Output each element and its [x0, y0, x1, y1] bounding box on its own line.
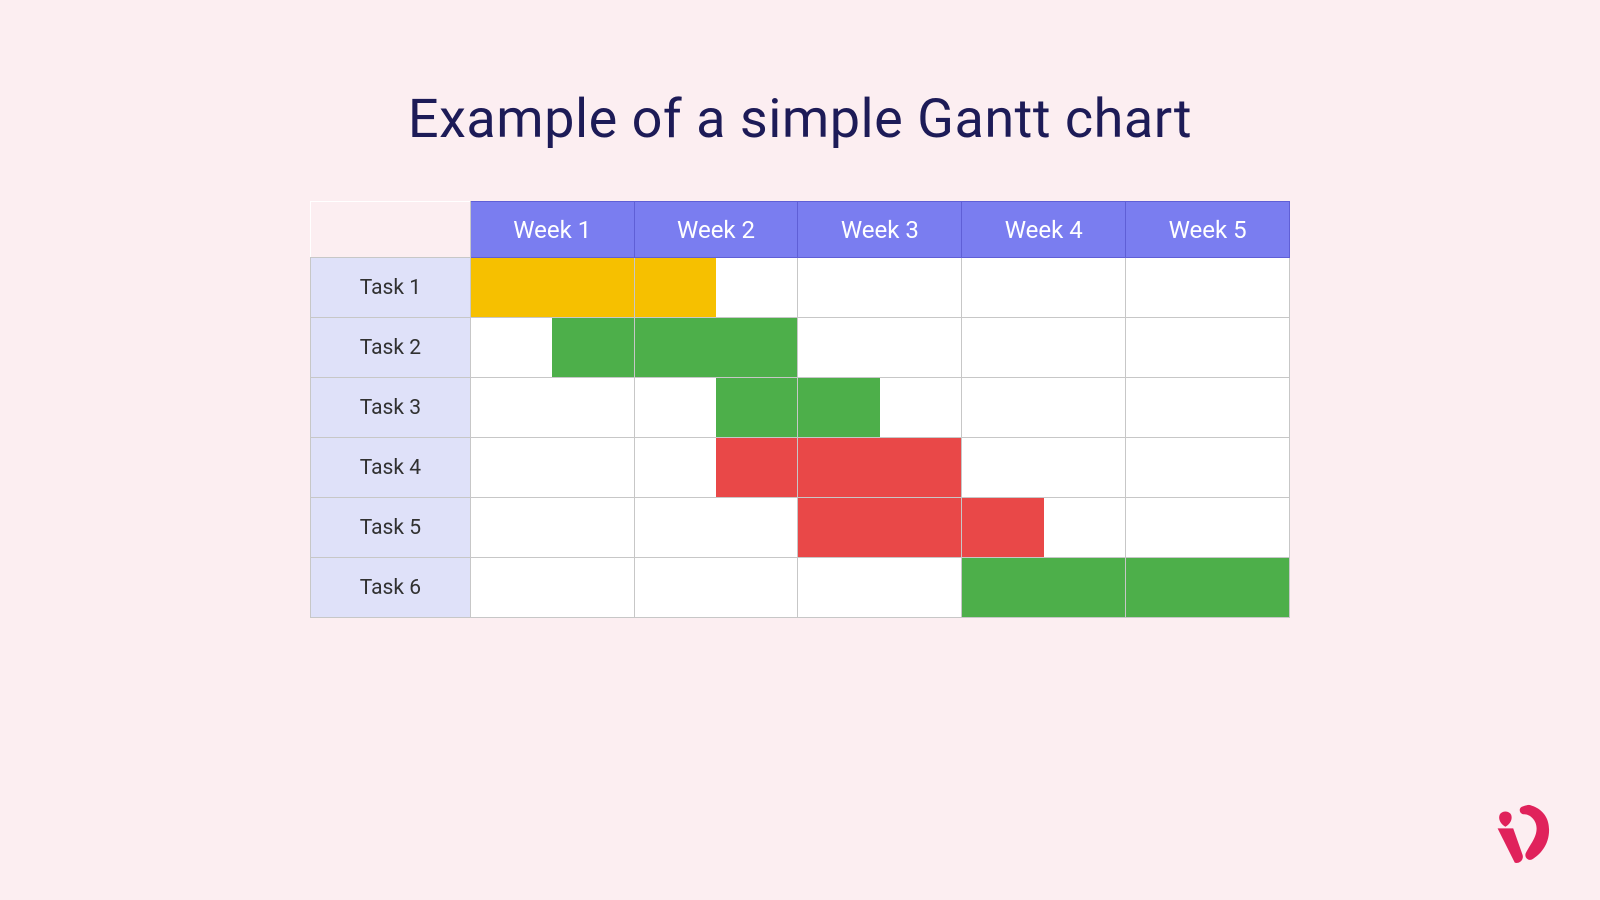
gantt-cell: [1126, 558, 1290, 618]
gantt-bar: [716, 438, 797, 497]
gantt-cell: [962, 378, 1126, 438]
task-label: Task 6: [311, 558, 471, 618]
gantt-cell: [470, 438, 634, 498]
gantt-cell: [798, 558, 962, 618]
gantt-cell: [1126, 498, 1290, 558]
gantt-bar: [716, 378, 797, 437]
table-row: Task 3: [311, 378, 1290, 438]
gantt-table: Week 1Week 2Week 3Week 4Week 5 Task 1Tas…: [310, 201, 1290, 618]
gantt-chart: Week 1Week 2Week 3Week 4Week 5 Task 1Tas…: [310, 201, 1290, 618]
week-header: Week 1: [470, 202, 634, 258]
gantt-bar: [635, 258, 716, 317]
gantt-bar: [798, 438, 961, 497]
gantt-cell: [798, 258, 962, 318]
gantt-corner-cell: [311, 202, 471, 258]
task-label: Task 4: [311, 438, 471, 498]
gantt-cell: [962, 498, 1126, 558]
task-label: Task 3: [311, 378, 471, 438]
task-label: Task 1: [311, 258, 471, 318]
gantt-bar: [471, 258, 634, 317]
gantt-cell: [798, 378, 962, 438]
gantt-cell: [634, 318, 798, 378]
gantt-bar: [962, 498, 1043, 557]
gantt-cell: [634, 558, 798, 618]
gantt-bar: [552, 318, 633, 377]
gantt-cell: [962, 318, 1126, 378]
gantt-cell: [798, 318, 962, 378]
gantt-cell: [470, 318, 634, 378]
week-header: Week 5: [1126, 202, 1290, 258]
gantt-cell: [634, 438, 798, 498]
table-row: Task 1: [311, 258, 1290, 318]
table-row: Task 4: [311, 438, 1290, 498]
week-header: Week 4: [962, 202, 1126, 258]
gantt-cell: [962, 558, 1126, 618]
table-row: Task 5: [311, 498, 1290, 558]
gantt-bar: [635, 318, 798, 377]
week-header: Week 3: [798, 202, 962, 258]
task-label: Task 5: [311, 498, 471, 558]
gantt-cell: [634, 258, 798, 318]
gantt-cell: [470, 258, 634, 318]
gantt-cell: [634, 378, 798, 438]
brand-logo-icon: [1482, 794, 1560, 872]
gantt-cell: [798, 438, 962, 498]
gantt-cell: [798, 498, 962, 558]
gantt-cell: [1126, 318, 1290, 378]
page-title: Example of a simple Gantt chart: [0, 0, 1600, 151]
table-row: Task 6: [311, 558, 1290, 618]
gantt-bar: [962, 558, 1125, 617]
gantt-cell: [962, 438, 1126, 498]
gantt-header-row: Week 1Week 2Week 3Week 4Week 5: [311, 202, 1290, 258]
week-header: Week 2: [634, 202, 798, 258]
gantt-cell: [470, 558, 634, 618]
gantt-cell: [470, 378, 634, 438]
gantt-bar: [798, 498, 961, 557]
gantt-cell: [962, 258, 1126, 318]
gantt-cell: [634, 498, 798, 558]
table-row: Task 2: [311, 318, 1290, 378]
gantt-bar: [798, 378, 879, 437]
gantt-bar: [1126, 558, 1289, 617]
gantt-cell: [1126, 258, 1290, 318]
gantt-cell: [470, 498, 634, 558]
gantt-cell: [1126, 438, 1290, 498]
gantt-cell: [1126, 378, 1290, 438]
gantt-body: Task 1Task 2Task 3Task 4Task 5Task 6: [311, 258, 1290, 618]
task-label: Task 2: [311, 318, 471, 378]
